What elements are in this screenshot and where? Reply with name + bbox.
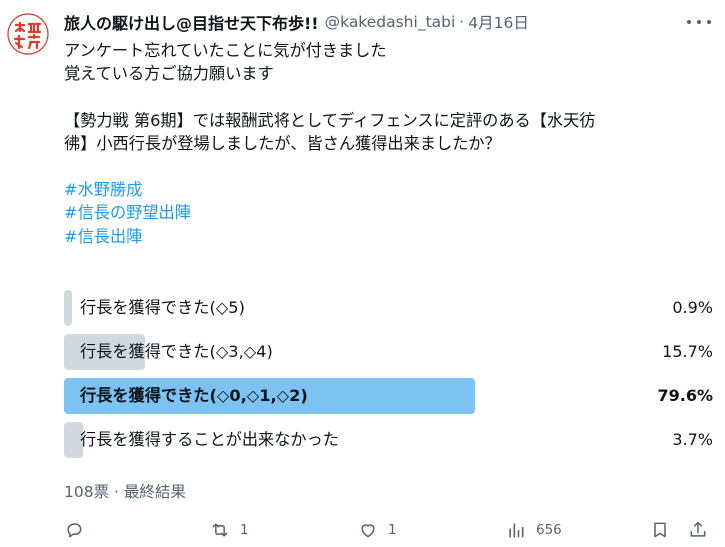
like-icon	[361, 524, 375, 538]
reply-icon	[67, 523, 82, 538]
poll-option: 行長を獲得することが出来なかった 3.7%	[64, 420, 713, 460]
retweet-icon	[212, 523, 228, 537]
retweet-count: 1	[240, 522, 249, 538]
poll-option-percent: 3.7%	[672, 430, 713, 449]
reply-button[interactable]	[64, 515, 84, 545]
poll: 行長を獲得できた(◇5) 0.9% 行長を獲得できた(◇3,◇4) 15.7% …	[64, 288, 713, 464]
hashtag-link[interactable]: #水野勝成	[64, 178, 705, 201]
like-count: 1	[388, 522, 397, 538]
views-button[interactable]: 656	[506, 515, 562, 545]
hashtag-link[interactable]: #信長の野望出陣	[64, 201, 705, 224]
tweet-line: 覚えている方ご協力願います	[64, 64, 274, 84]
tweet-header: 旅人の駆け出し@目指せ天下布歩!! @kakedashi_tabi · 4月16…	[64, 11, 713, 33]
tweet-text: アンケート忘れていたことに気が付きました 覚えている方ご協力願います 【勢力戦 …	[64, 39, 705, 248]
tweet-date[interactable]: 4月16日	[468, 11, 529, 33]
poll-option-label: 行長を獲得できた(◇0,◇1,◇2)	[80, 386, 308, 405]
share-icon	[690, 521, 706, 537]
tweet-line: 【勢力戦 第6期】では報酬武将としてディフェンスに定評のある【水天彷	[64, 110, 596, 130]
tweet-actions: 1 1 656	[64, 515, 713, 545]
poll-option: 行長を獲得できた(◇5) 0.9%	[64, 288, 713, 328]
poll-option-label: 行長を獲得できた(◇5)	[80, 298, 245, 317]
share-button[interactable]	[688, 515, 708, 545]
poll-option-percent: 0.9%	[672, 298, 713, 317]
poll-meta: 108票 · 最終結果	[64, 480, 186, 502]
views-count: 656	[536, 522, 562, 538]
poll-meta-separator: ·	[114, 483, 119, 501]
poll-option: 行長を獲得できた(◇3,◇4) 15.7%	[64, 332, 713, 372]
tweet-line: 彿】小西行長が登場しましたが、皆さん獲得出来ましたか？	[64, 133, 501, 153]
author-handle[interactable]: @kakedashi_tabi	[325, 13, 456, 31]
poll-option-percent: 15.7%	[662, 342, 713, 361]
more-dot-icon	[687, 20, 691, 24]
poll-option-label: 行長を獲得できた(◇3,◇4)	[80, 342, 273, 361]
poll-option: 行長を獲得できた(◇0,◇1,◇2) 79.6%	[64, 376, 713, 416]
poll-option-bar	[64, 290, 72, 326]
hashtag-link[interactable]: #信長出陣	[64, 225, 705, 248]
more-options-icon[interactable]	[687, 12, 711, 32]
bookmark-button[interactable]	[650, 515, 670, 545]
tweet-line: アンケート忘れていたことに気が付きました	[64, 41, 387, 60]
bookmark-icon	[654, 522, 666, 538]
poll-option-label: 行長を獲得することが出来なかった	[80, 430, 339, 449]
poll-vote-count: 108票	[64, 483, 110, 501]
avatar[interactable]	[7, 13, 49, 55]
like-button[interactable]: 1	[358, 515, 397, 545]
author-name[interactable]: 旅人の駆け出し@目指せ天下布歩!!	[64, 10, 319, 34]
retweet-button[interactable]: 1	[210, 515, 249, 545]
poll-option-percent: 79.6%	[657, 386, 713, 405]
avatar-logo-icon	[7, 13, 49, 55]
more-dot-icon	[697, 20, 701, 24]
poll-status: 最終結果	[123, 483, 186, 501]
header-separator: ·	[459, 13, 465, 31]
views-icon	[509, 523, 524, 538]
more-dot-icon	[707, 20, 711, 24]
